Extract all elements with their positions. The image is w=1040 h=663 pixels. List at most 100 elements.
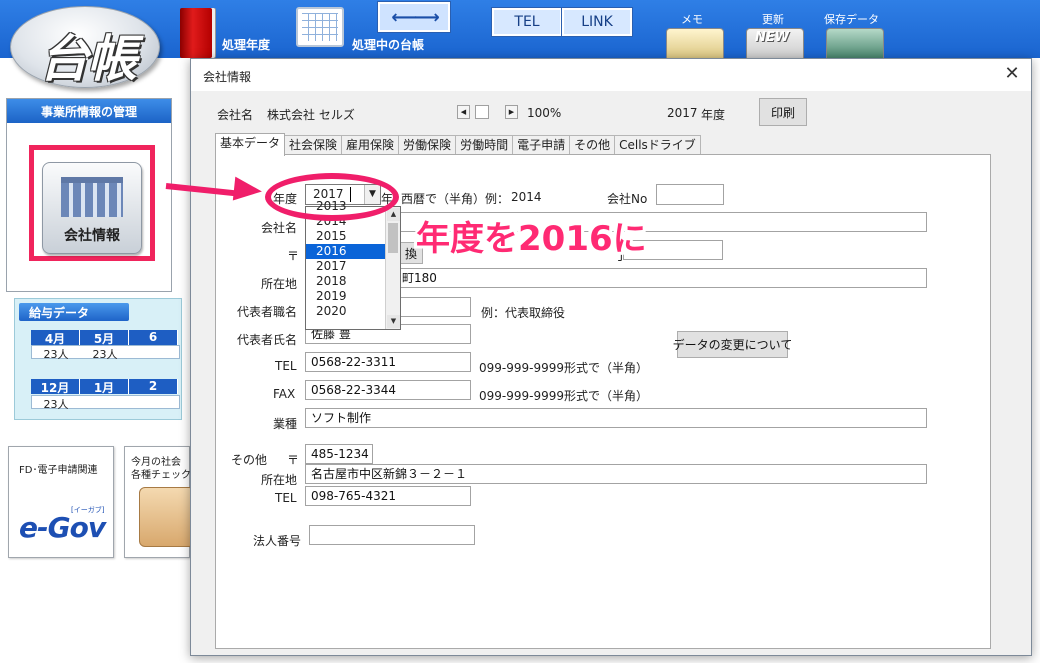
tel-hint: 099-999-9999形式で（半角）	[479, 361, 649, 375]
other-postal-input[interactable]: 485-1234	[305, 444, 373, 464]
annotation-arrowhead	[232, 176, 264, 204]
zoom-slider[interactable]	[475, 105, 489, 119]
zoom-level: 100%	[527, 106, 562, 120]
update-icon[interactable]: NEW	[746, 28, 804, 62]
count-cell: 23人	[81, 346, 130, 361]
rep-title-hint: 例：代表取締役	[481, 306, 566, 320]
corp-number-label: 法人番号	[253, 534, 302, 548]
update-label: 更新	[762, 13, 784, 26]
rep-title-label: 代表者職名	[237, 305, 298, 319]
company-name-label: 会社名	[261, 221, 298, 235]
egov-logo: e-Gov	[19, 511, 106, 544]
zoom-in-icon[interactable]: ▶	[505, 105, 518, 119]
tel-label: TEL	[275, 359, 297, 373]
industry-input[interactable]: ソフト制作	[305, 408, 927, 428]
monthly-check-sublabel: 各種チェック	[131, 470, 191, 481]
double-arrow-icon: ⟵⟶	[391, 6, 440, 28]
tab-e-application[interactable]: 電子申請	[512, 135, 571, 155]
tel-button[interactable]: TEL	[491, 7, 563, 37]
month-count-row: 23人 23人	[31, 345, 180, 361]
dialog-titlebar[interactable]: 会社情報 ✕	[191, 59, 1031, 91]
header-company-name-value: 株式会社 セルズ	[267, 108, 355, 122]
month-cell[interactable]: 2	[129, 379, 178, 394]
other-postal-label: 〒	[287, 453, 300, 467]
tab-social-insurance[interactable]: 社会保険	[284, 135, 343, 155]
month-header-row: 12月 1月 2	[31, 379, 178, 395]
company-info-button[interactable]: 会社情報	[29, 145, 155, 261]
link-button[interactable]: LINK	[561, 7, 633, 37]
monthly-check-button[interactable]: 今月の社会 各種チェック	[124, 446, 195, 558]
swap-arrows-button[interactable]: ⟵⟶	[377, 1, 451, 33]
month-header-row: 4月 5月 6	[31, 330, 178, 346]
memo-label: メモ	[681, 13, 703, 26]
company-info-tile: 会社情報	[42, 162, 142, 254]
tab-basic-data[interactable]: 基本データ	[215, 133, 286, 156]
dialog-title: 会社情報	[203, 70, 252, 84]
other-tel-input[interactable]: 098-765-4321	[305, 486, 471, 506]
app-logo-text: 台帳	[39, 29, 137, 88]
scroll-down-icon[interactable]: ▼	[387, 315, 400, 328]
building-icon	[61, 177, 123, 217]
company-no-label: 会社No	[607, 192, 648, 206]
other-address-input[interactable]: 名古屋市中区新錦３－２－１	[305, 464, 927, 484]
corp-number-input[interactable]	[309, 525, 475, 545]
salary-data-panel: 給与データ 4月 5月 6 23人 23人 12月 1月 2 23人	[14, 298, 182, 420]
month-cell[interactable]: 4月	[31, 330, 80, 346]
count-cell	[130, 346, 179, 358]
postal-label: 〒	[287, 249, 300, 263]
close-icon[interactable]: ✕	[1001, 64, 1023, 86]
month-cell[interactable]: 5月	[80, 330, 129, 346]
memo-icon[interactable]	[666, 28, 724, 62]
data-change-info-button[interactable]: データの変更について	[673, 331, 792, 358]
month-cell[interactable]: 12月	[31, 379, 80, 395]
header-year-unit: 年度	[701, 108, 726, 122]
dialog-tabs: 基本データ 社会保険 雇用保険 労働保険 労働時間 電子申請 その他 Cells…	[215, 133, 701, 156]
header-year-value: 2017	[667, 106, 698, 120]
book-icon[interactable]	[180, 8, 212, 58]
checker-icon	[139, 487, 195, 547]
header-company-name-label: 会社名	[217, 108, 254, 122]
month-cell[interactable]: 6	[129, 330, 178, 345]
company-info-dialog: 会社情報 ✕ 会社名 株式会社 セルズ ◀ ▶ 100% 2017 年度 印刷 …	[190, 58, 1032, 656]
dropdown-scrollbar[interactable]: ▲ ▼	[385, 207, 400, 329]
print-button[interactable]: 印刷	[759, 98, 807, 126]
month-cell[interactable]: 1月	[80, 379, 129, 395]
count-cell	[130, 396, 179, 408]
egov-button[interactable]: FD･電子申請関連 [イーガブ] e-Gov	[8, 446, 114, 558]
company-info-label: 会社情報	[64, 228, 120, 244]
other-address-label: 所在地	[261, 473, 298, 487]
year-dropdown-list[interactable]: 2013 2014 2015 2016 2017 2018 2019 2020 …	[305, 199, 401, 330]
count-cell: 23人	[32, 346, 81, 361]
tab-working-hours[interactable]: 労働時間	[455, 135, 514, 155]
rep-name-label: 代表者氏名	[237, 333, 298, 347]
year-hint-example: 2014	[511, 190, 542, 204]
tab-employment-insurance[interactable]: 雇用保険	[341, 135, 400, 155]
calendar-icon[interactable]	[296, 7, 344, 47]
tab-other[interactable]: その他	[569, 135, 616, 155]
address-label: 所在地	[261, 277, 298, 291]
scroll-thumb[interactable]	[388, 223, 398, 253]
office-info-panel: 事業所情報の管理 会社情報	[6, 98, 172, 292]
count-cell	[81, 396, 130, 408]
other-tel-label: TEL	[275, 491, 297, 505]
fax-label: FAX	[273, 387, 296, 401]
processing-year-label[interactable]: 処理年度	[222, 36, 270, 53]
current-ledger-label[interactable]: 処理中の台帳	[352, 36, 424, 53]
tel-input[interactable]: 0568-22-3311	[305, 352, 471, 372]
company-no-input[interactable]	[656, 184, 724, 205]
scroll-up-icon[interactable]: ▲	[387, 208, 400, 221]
app-logo[interactable]: 台帳	[10, 6, 160, 88]
office-info-title: 事業所情報の管理	[7, 99, 171, 123]
tab-cells-drive[interactable]: Cellsドライブ	[614, 135, 701, 155]
other-label: その他	[231, 453, 268, 467]
briefcase-icon[interactable]	[826, 28, 884, 62]
fax-hint: 099-999-9999形式で（半角）	[479, 389, 649, 403]
annotation-text: 年度を2016に	[416, 219, 647, 259]
month-count-row: 23人	[31, 395, 180, 411]
salary-data-title: 給与データ	[19, 303, 129, 321]
fax-input[interactable]: 0568-22-3344	[305, 380, 471, 400]
industry-label: 業種	[273, 417, 298, 431]
zoom-out-icon[interactable]: ◀	[457, 105, 470, 119]
annotation-circle	[265, 173, 399, 221]
tab-labor-insurance[interactable]: 労働保険	[398, 135, 457, 155]
